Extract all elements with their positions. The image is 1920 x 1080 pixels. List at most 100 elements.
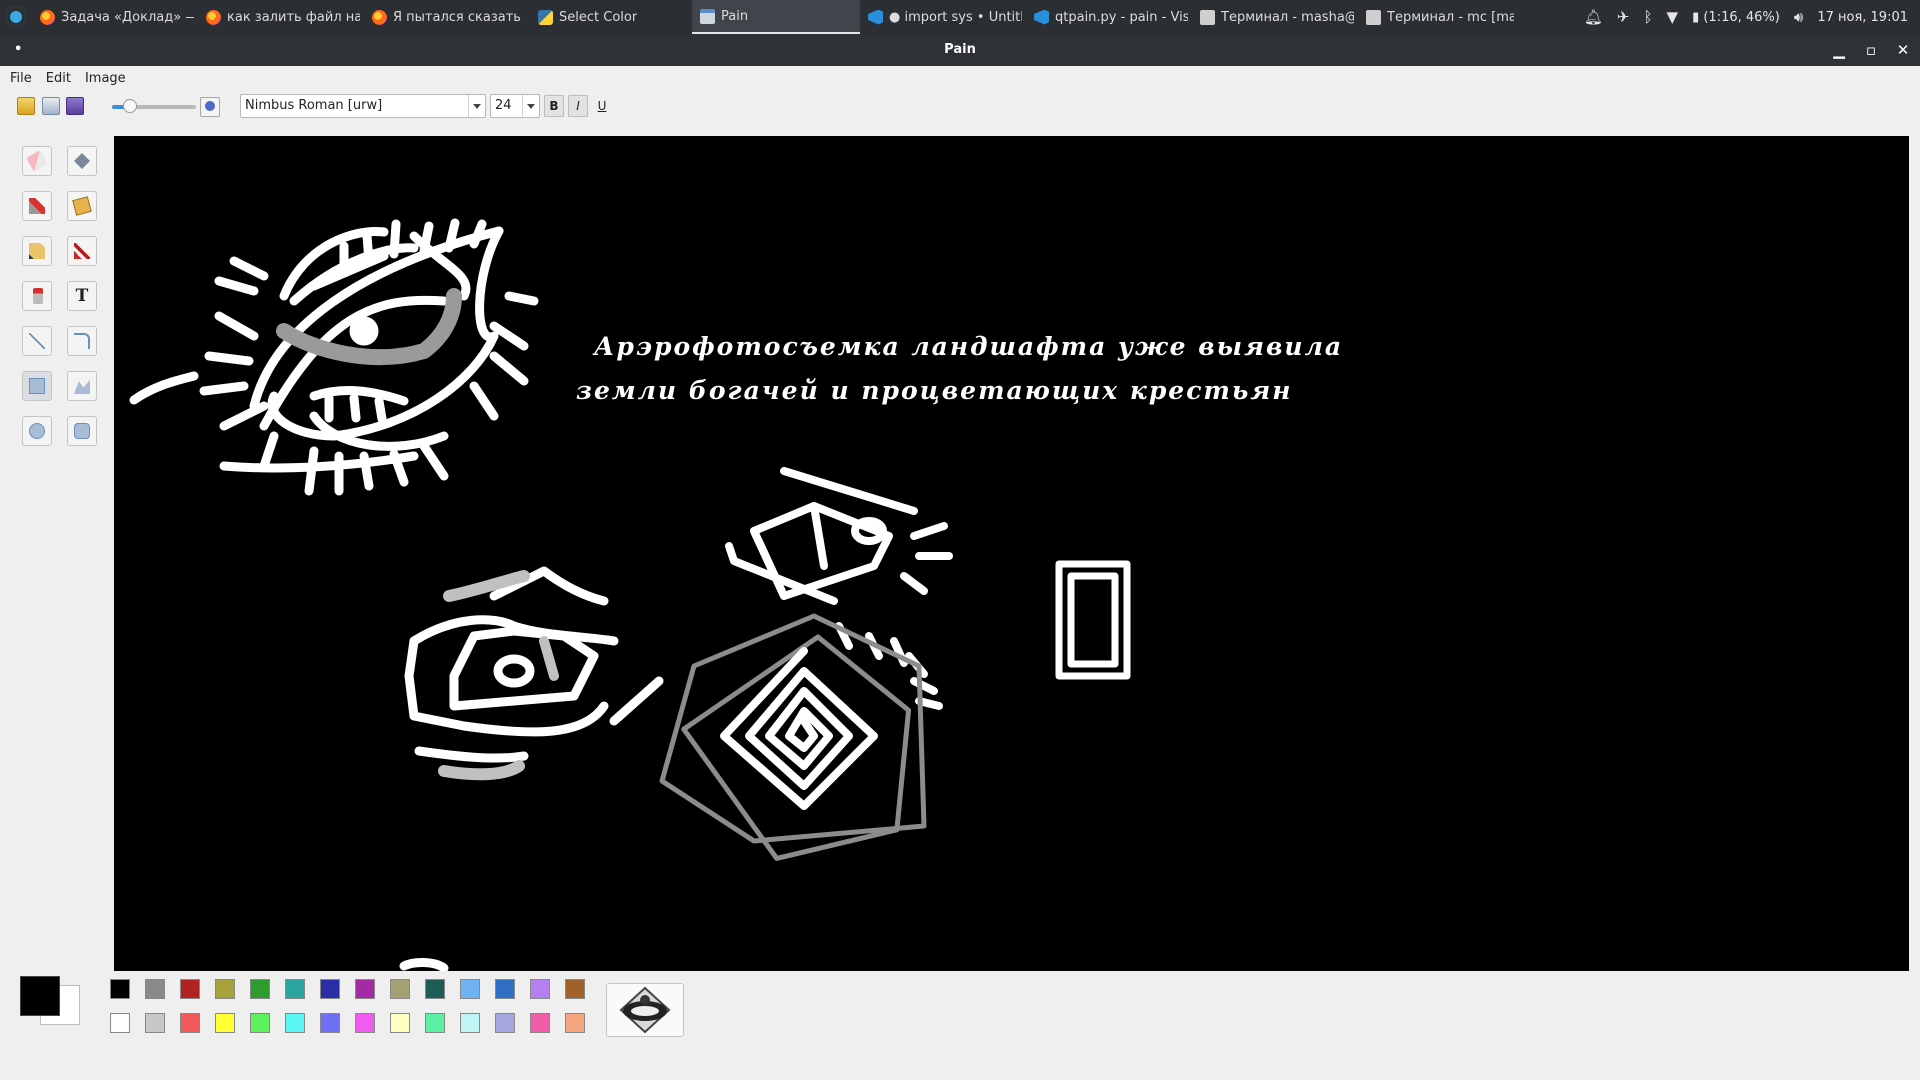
wifi-icon[interactable]: ▼ xyxy=(1667,8,1679,26)
taskbar-task-pain[interactable]: Pain xyxy=(692,0,860,34)
spiral-drawing xyxy=(659,613,927,861)
menu-edit[interactable]: Edit xyxy=(46,71,71,86)
close-button[interactable]: ✕ xyxy=(1890,34,1916,66)
color-picker-tool[interactable] xyxy=(22,191,52,221)
palette-swatch[interactable] xyxy=(110,1013,130,1033)
ellipse-tool[interactable] xyxy=(22,416,52,446)
palette-swatch[interactable] xyxy=(390,979,410,999)
rounded-rect-tool[interactable] xyxy=(67,416,97,446)
rectangle-tool[interactable] xyxy=(22,371,52,401)
polyline-tool[interactable] xyxy=(67,326,97,356)
rectangle-icon xyxy=(29,378,45,394)
window-titlebar[interactable]: • Pain ▁ ▫ ✕ xyxy=(0,34,1920,66)
task-label: ● import sys • Untitl... xyxy=(889,9,1022,25)
taskbar-task-2[interactable]: как залить файл на ... xyxy=(198,0,364,34)
palette-swatch[interactable] xyxy=(390,1013,410,1033)
taskbar-task-9[interactable]: Терминал - mc [mas... xyxy=(1358,0,1518,34)
taskbar-task-8[interactable]: Терминал - masha@... xyxy=(1192,0,1358,34)
taskbar-task-7[interactable]: qtpain.py - pain - Visu... xyxy=(1026,0,1192,34)
palette-swatch[interactable] xyxy=(495,1013,515,1033)
bluetooth-icon[interactable]: ᛒ xyxy=(1644,8,1653,26)
palette-swatch[interactable] xyxy=(285,1013,305,1033)
pencil-tool[interactable] xyxy=(22,236,52,266)
font-family-value: Nimbus Roman [urw] xyxy=(245,98,383,113)
palette-swatch[interactable] xyxy=(495,979,515,999)
palette-swatch[interactable] xyxy=(565,979,585,999)
palette-swatch[interactable] xyxy=(145,1013,165,1033)
line-icon xyxy=(29,333,45,349)
menu-file[interactable]: File xyxy=(10,71,32,86)
text-tool-icon: T xyxy=(75,286,89,306)
bold-button[interactable]: B xyxy=(544,95,564,117)
palette-swatch[interactable] xyxy=(320,1013,340,1033)
palette-swatch[interactable] xyxy=(320,979,340,999)
brush-tool[interactable] xyxy=(67,236,97,266)
doctor-who-logo-icon xyxy=(619,986,671,1034)
battery-indicator[interactable]: ▮ (1:16, 46%) xyxy=(1692,10,1780,25)
save-file-icon[interactable] xyxy=(66,97,84,115)
line-tool[interactable] xyxy=(22,326,52,356)
fill-tool[interactable] xyxy=(67,146,97,176)
python-icon xyxy=(538,9,553,25)
palette-swatch[interactable] xyxy=(565,1013,585,1033)
task-label: Задача «Доклад» — ... xyxy=(61,9,194,25)
polygon-icon xyxy=(74,379,90,394)
canvas-drawing xyxy=(129,218,1131,971)
task-label: Select Color xyxy=(559,9,638,25)
underline-button[interactable]: U xyxy=(592,95,612,117)
palette-swatch[interactable] xyxy=(530,1013,550,1033)
palette-swatch[interactable] xyxy=(530,979,550,999)
vscode-icon xyxy=(868,9,883,25)
doctor-who-logo-button[interactable] xyxy=(606,983,684,1037)
task-label: qtpain.py - pain - Visu... xyxy=(1055,9,1188,25)
spray-tool[interactable] xyxy=(22,281,52,311)
new-file-icon[interactable] xyxy=(42,97,60,115)
battery-icon: ▮ xyxy=(1692,9,1700,25)
menu-image[interactable]: Image xyxy=(85,71,126,86)
palette-swatch[interactable] xyxy=(180,1013,200,1033)
open-file-icon[interactable] xyxy=(17,97,35,115)
palette-swatch[interactable] xyxy=(425,1013,445,1033)
foreground-color-swatch[interactable] xyxy=(20,976,60,1016)
app-launcher-button[interactable] xyxy=(0,0,32,34)
drawing-canvas[interactable]: Арэрофотосъемка ландшафта уже выявила зе… xyxy=(114,136,1909,971)
palette-swatch[interactable] xyxy=(250,979,270,999)
palette-swatch[interactable] xyxy=(215,1013,235,1033)
taskbar-task-6[interactable]: ● import sys • Untitl... xyxy=(860,0,1026,34)
eraser-icon xyxy=(26,150,48,172)
telegram-icon[interactable]: ✈︎ xyxy=(1617,8,1630,26)
color-dot xyxy=(205,101,215,111)
text-tool[interactable]: T xyxy=(67,281,97,311)
palette-swatch[interactable] xyxy=(355,979,375,999)
palette-swatch[interactable] xyxy=(285,979,305,999)
palette-swatch[interactable] xyxy=(110,979,130,999)
minimize-button[interactable]: ▁ xyxy=(1826,34,1852,66)
volume-icon[interactable]: 🔊︎ xyxy=(1794,8,1803,26)
rectangle-drawing xyxy=(1055,560,1131,680)
italic-button[interactable]: I xyxy=(568,95,588,117)
palette-swatch[interactable] xyxy=(180,979,200,999)
palette-swatch[interactable] xyxy=(215,979,235,999)
taskbar-task-3[interactable]: Я пытался сказать н... xyxy=(364,0,530,34)
color-picker-icon[interactable] xyxy=(200,97,220,117)
palette-swatch[interactable] xyxy=(145,979,165,999)
eraser-tool[interactable] xyxy=(22,146,52,176)
clock[interactable]: 17 ноя, 19:01 xyxy=(1817,10,1908,25)
polygon-tool[interactable] xyxy=(67,371,97,401)
taskbar-task-4[interactable]: Select Color xyxy=(530,0,692,34)
font-family-combo[interactable]: Nimbus Roman [urw] xyxy=(240,94,486,118)
stamp-tool[interactable] xyxy=(67,191,97,221)
palette-swatch[interactable] xyxy=(355,1013,375,1033)
palette-swatch[interactable] xyxy=(460,1013,480,1033)
palette-swatch[interactable] xyxy=(425,979,445,999)
font-size-combo[interactable]: 24 xyxy=(490,94,540,118)
maximize-button[interactable]: ▫ xyxy=(1858,34,1884,66)
system-tray: 🔔︎ ✈︎ ᛒ ▼ ▮ (1:16, 46%) 🔊︎ 17 ноя, 19:01 xyxy=(1584,0,1920,34)
bell-icon[interactable]: 🔔︎ xyxy=(1584,8,1603,26)
terminal-icon xyxy=(1200,9,1215,25)
polyline-icon xyxy=(74,333,90,349)
task-label: как залить файл на ... xyxy=(227,9,360,25)
taskbar-task-1[interactable]: Задача «Доклад» — ... xyxy=(32,0,198,34)
palette-swatch[interactable] xyxy=(250,1013,270,1033)
palette-swatch[interactable] xyxy=(460,979,480,999)
